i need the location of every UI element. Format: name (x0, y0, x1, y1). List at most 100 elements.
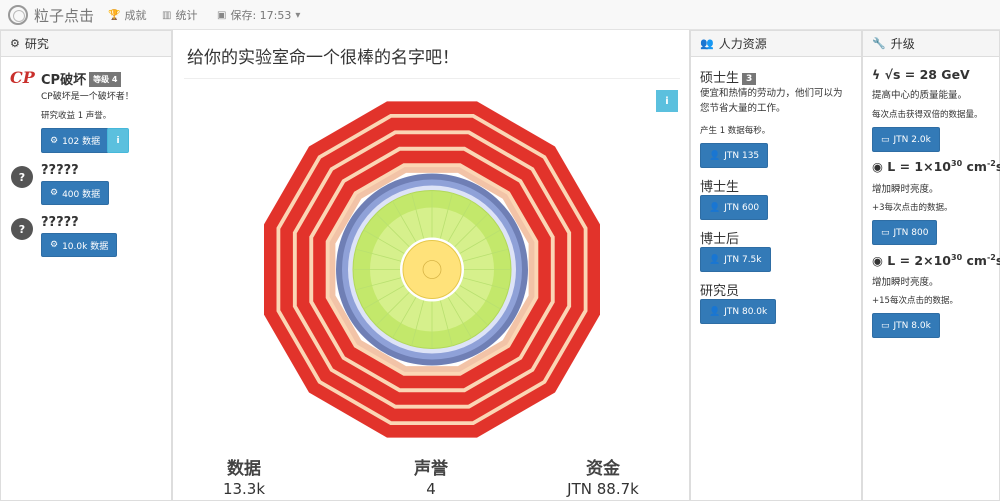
hire-button[interactable]: 👤 JTN 80.0k (700, 299, 777, 324)
lab-divider (184, 78, 680, 79)
hire-button[interactable]: 👤 JTN 135 (700, 143, 769, 168)
hire-button-label: JTN 600 (724, 202, 760, 213)
upgrade-title-unit: cm (962, 253, 987, 269)
research-desc: CP破坏是一个破坏者！ (41, 92, 134, 102)
bullseye-icon: ◉ (872, 253, 883, 269)
user-icon: 👤 (709, 150, 721, 161)
lab-name[interactable]: 给你的实验室命一个很棒的名字吧！ (187, 43, 459, 68)
research-buy-button-2[interactable]: ⚙ 400 数据 (41, 181, 110, 205)
upgrade-desc: 提高中心的质量能量。 (872, 90, 968, 101)
research-buy-label: 102 数据 (62, 137, 101, 147)
upgrade-effect: 每次点击获得双倍的数据量。 (872, 110, 983, 120)
user-icon: 👤 (709, 202, 721, 213)
nav-stats[interactable]: ▥ 统计 (162, 7, 197, 23)
hr-header-label: 人力资源 (718, 37, 767, 51)
hire-button-label: JTN 7.5k (724, 254, 762, 265)
bar-chart-icon: ▥ (162, 9, 172, 21)
bolt-icon: ϟ (872, 67, 881, 82)
upgrade-buy-label: JTN 2.0k (893, 134, 931, 145)
money-icon: ▭ (881, 134, 890, 145)
stat-data-label: 数据 (227, 459, 261, 479)
upgrades-header: 🔧 升级 (863, 31, 999, 57)
unknown-research-icon: ? (11, 218, 33, 240)
research-buy-button[interactable]: ⚙ 102 数据 (41, 128, 110, 153)
upgrade-buy-button[interactable]: ▭ JTN 2.0k (872, 127, 940, 152)
info-icon: i (116, 135, 120, 146)
research-buy-button-3[interactable]: ⚙ 10.0k 数据 (41, 233, 118, 257)
lab-info-button[interactable]: i (656, 90, 678, 112)
upgrade-title-exp: 30 (951, 159, 963, 168)
upgrade-title-text: √s = 28 GeV (884, 67, 970, 82)
upgrade-title-unit-exp: -2 (986, 159, 996, 168)
info-icon: i (665, 95, 669, 107)
upgrade-title-unit2: s (995, 159, 1000, 175)
upgrade-desc: 增加瞬时亮度。 (872, 277, 939, 288)
upgrade-title-text: L = 1×10 (887, 159, 951, 175)
navbar: 粒子点击 🏆 成就 ▥ 统计 ▣ 保存: 17:53 ▾ (0, 0, 1000, 30)
hire-button[interactable]: 👤 JTN 7.5k (700, 247, 771, 272)
hr-name: 研究员 (700, 284, 740, 299)
stat-funds-value: JTN 88.7k (567, 480, 639, 498)
cogs-icon: ⚙ (10, 37, 20, 50)
hr-count-badge: 3 (742, 73, 757, 85)
nav-achievements-label: 成就 (124, 9, 147, 22)
stat-reputation-label: 声誉 (414, 459, 448, 479)
wrench-icon: 🔧 (872, 37, 886, 50)
brand[interactable]: 粒子点击 (8, 4, 94, 26)
nav-save-label: 保存: 17:53 (230, 9, 292, 22)
logo-icon (8, 5, 28, 25)
nav-stats-label: 统计 (175, 9, 198, 22)
upgrade-buy-button[interactable]: ▭ JTN 8.0k (872, 313, 940, 338)
research-title: CP破坏 等级 4 (41, 69, 122, 88)
stat-funds-label: 资金 (586, 459, 620, 479)
hr-header: 👥 人力资源 (691, 31, 861, 57)
cp-violation-icon: CP (10, 68, 35, 87)
upgrade-title-exp: 30 (951, 253, 963, 262)
research-title-2: ????? (41, 163, 79, 178)
cogs-icon: ⚙ (50, 135, 59, 146)
upgrade-buy-label: JTN 800 (893, 227, 929, 238)
hr-name-text: 硕士生 (700, 71, 740, 86)
hire-button-label: JTN 80.0k (724, 306, 768, 317)
research-reputation: 研究收益 1 声誉。 (41, 111, 112, 121)
cogs-icon: ⚙ (50, 240, 59, 250)
upgrade-title-unit-exp: -2 (986, 253, 996, 262)
nav-save[interactable]: ▣ 保存: 17:53 ▾ (217, 7, 300, 23)
hr-name: 硕士生 3 (700, 67, 757, 86)
hr-name: 博士后 (700, 232, 740, 247)
upgrade-title: ◉ L = 2×1030 cm-2s-1 (872, 253, 1000, 268)
level-badge: 等级 4 (89, 72, 122, 87)
brand-title: 粒子点击 (34, 6, 95, 25)
hire-button-label: JTN 135 (724, 150, 760, 161)
upgrade-title-text: L = 2×10 (887, 253, 951, 269)
upgrade-buy-label: JTN 8.0k (893, 320, 931, 331)
interaction-core (402, 240, 462, 299)
users-icon: 👥 (700, 37, 714, 50)
upgrade-desc: 增加瞬时亮度。 (872, 184, 939, 195)
unknown-research-icon: ? (11, 166, 33, 188)
hr-desc: 便宜和热情的劳动力，他们可以为您节省大量的工作。 (700, 88, 843, 114)
research-info-button[interactable]: i (107, 128, 129, 153)
money-icon: ▭ (881, 320, 890, 331)
research-title-3: ????? (41, 215, 79, 230)
upgrade-title: ϟ √s = 28 GeV (872, 67, 970, 82)
cogs-icon: ⚙ (50, 188, 59, 198)
nav-achievements[interactable]: 🏆 成就 (108, 7, 146, 23)
caret-down-icon: ▾ (295, 9, 301, 21)
stat-data-value: 13.3k (222, 480, 266, 498)
upgrade-title: ◉ L = 1×1030 cm-2s-1 (872, 159, 1000, 174)
research-header-label: 研究 (24, 37, 49, 51)
detector[interactable] (264, 101, 600, 438)
upgrade-title-unit2: s (995, 253, 1000, 269)
upgrades-header-label: 升级 (890, 37, 915, 51)
stat-reputation-value: 4 (426, 480, 436, 498)
upgrade-title-unit: cm (962, 159, 987, 175)
hr-name: 博士生 (700, 180, 740, 195)
user-icon: 👤 (709, 306, 721, 317)
hire-button[interactable]: 👤 JTN 600 (700, 195, 769, 220)
trophy-icon: 🏆 (108, 9, 121, 21)
upgrade-buy-button[interactable]: ▭ JTN 800 (872, 220, 938, 245)
user-icon: 👤 (709, 254, 721, 265)
upgrade-effect: +3每次点击的数据。 (872, 203, 953, 213)
floppy-icon: ▣ (217, 9, 227, 21)
